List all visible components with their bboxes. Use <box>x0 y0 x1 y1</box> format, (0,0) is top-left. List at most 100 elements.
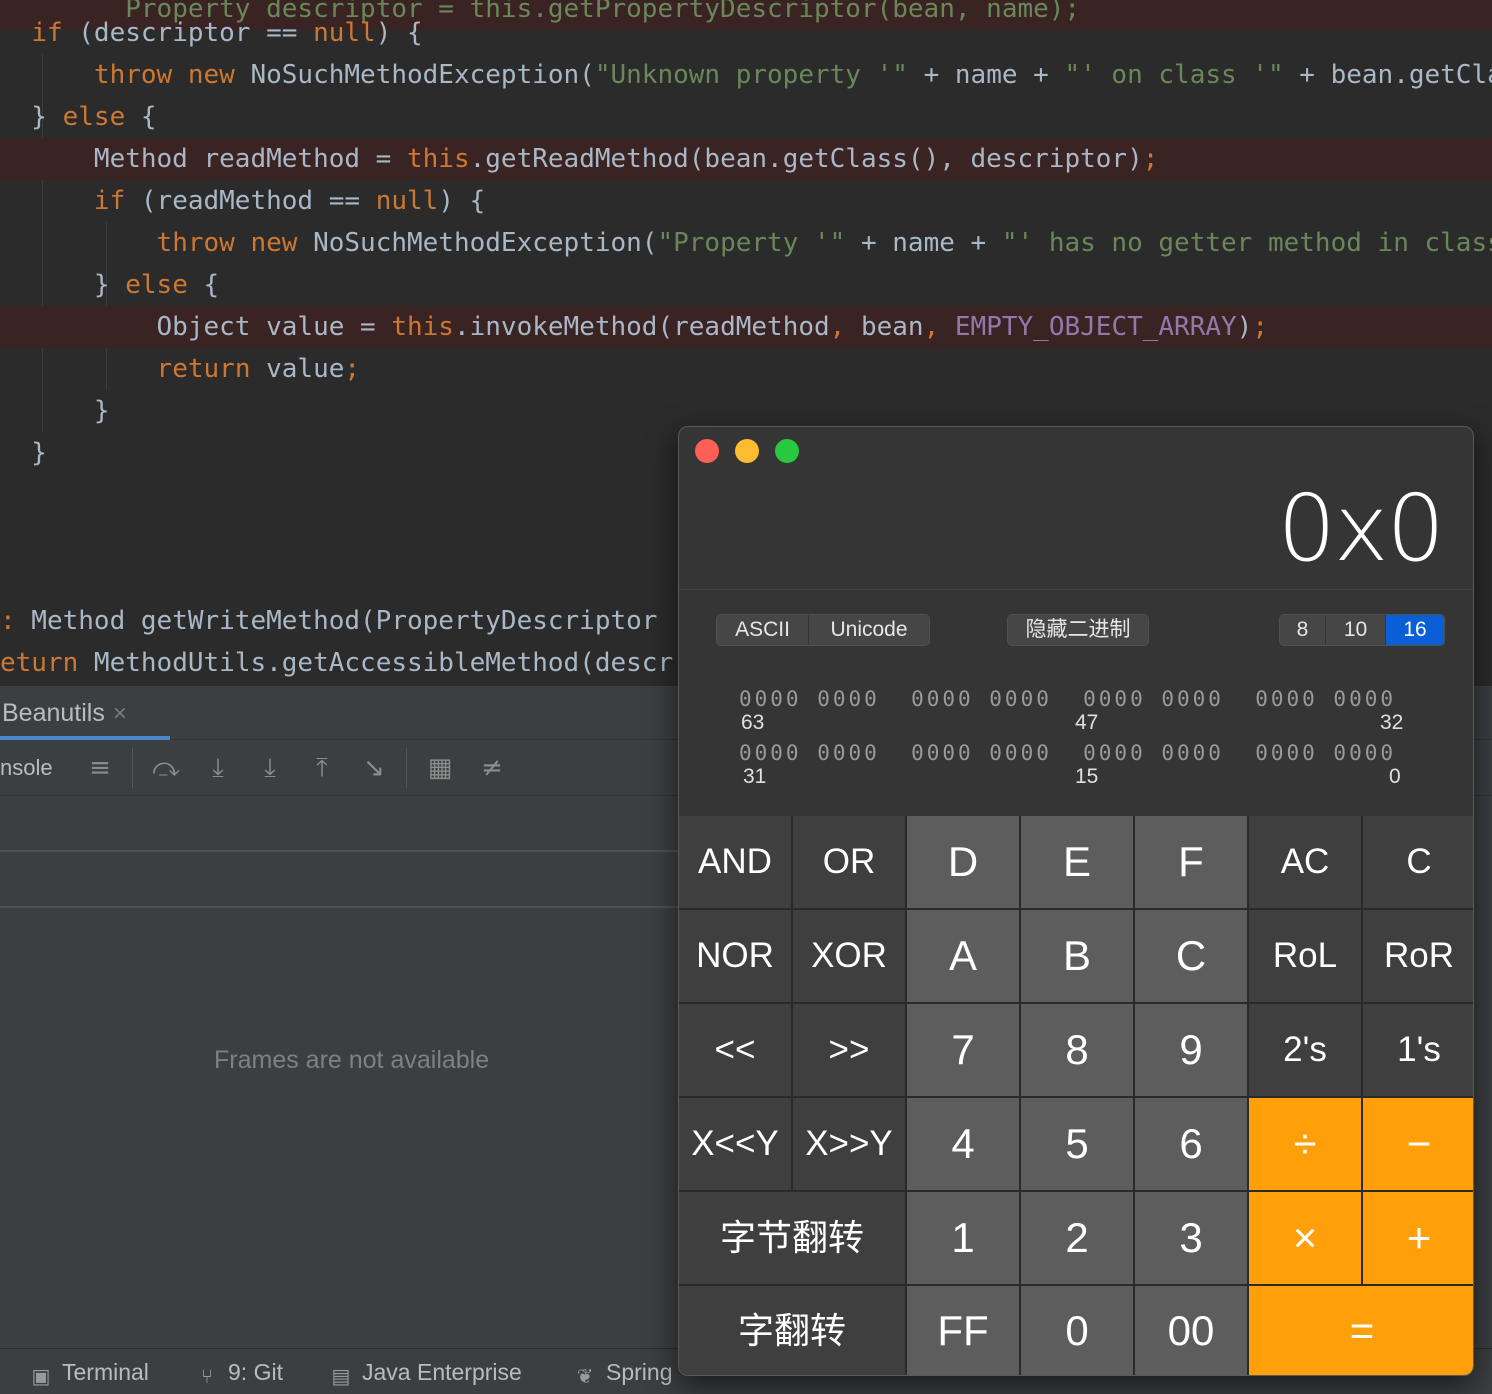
shift-right-y-key[interactable]: X>>Y <box>793 1098 905 1190</box>
toolbar-divider <box>132 748 133 788</box>
run-to-cursor-icon[interactable]: ↘ <box>356 750 392 786</box>
bit-index-label: 63 <box>741 711 765 734</box>
step-over-icon[interactable]: ⤼ <box>148 750 184 786</box>
frames-empty-message: Frames are not available <box>214 1046 490 1074</box>
shift-right-key[interactable]: >> <box>793 1004 905 1096</box>
nor-key[interactable]: NOR <box>679 910 791 1002</box>
debug-session-tab[interactable]: Beanutils × <box>0 686 170 740</box>
calculator-keypad: AND OR D E F AC C NOR XOR A B C RoL RoR << >> 7 8 9 2's 1's X… <box>679 816 1473 1375</box>
ones-complement-key[interactable]: 1's <box>1363 1004 1473 1096</box>
xor-key[interactable]: XOR <box>793 910 905 1002</box>
digit-7-key[interactable]: 7 <box>907 1004 1019 1096</box>
bit-index-label: 31 <box>743 765 767 788</box>
unicode-button[interactable]: Unicode <box>809 615 929 645</box>
terminal-label: Terminal <box>62 1359 149 1385</box>
force-step-into-icon[interactable]: ⤓ <box>252 750 288 786</box>
debug-session-tab-label: Beanutils <box>2 699 105 727</box>
hide-binary-button[interactable]: 隐藏二进制 <box>1008 615 1148 645</box>
base-16-button[interactable]: 16 <box>1386 615 1444 645</box>
code-line-1[interactable]: if (descriptor == null) { <box>0 12 1492 54</box>
minus-key[interactable]: − <box>1363 1098 1473 1190</box>
or-key[interactable]: OR <box>793 816 905 908</box>
git-tool-button[interactable]: ⑂ 9: Git <box>196 1349 283 1394</box>
double-zero-key[interactable]: 00 <box>1135 1286 1247 1375</box>
ff-key[interactable]: FF <box>907 1286 1019 1375</box>
code-line-9[interactable]: return value; <box>0 348 1492 390</box>
terminal-tool-button[interactable]: ▣ Terminal <box>30 1349 149 1394</box>
binary-bits-row-high[interactable]: 0000 0000 0000 0000 0000 0000 0000 0000 <box>739 687 1439 711</box>
calculator-window: 0x0 ASCII Unicode 隐藏二进制 8 10 16 0000 000… <box>678 426 1474 1376</box>
terminal-icon: ▣ <box>31 1366 51 1388</box>
ascii-button[interactable]: ASCII <box>717 615 809 645</box>
spring-tool-button[interactable]: ❦ Spring <box>574 1349 673 1394</box>
shift-left-key[interactable]: << <box>679 1004 791 1096</box>
rotate-right-key[interactable]: RoR <box>1363 910 1473 1002</box>
byte-flip-key[interactable]: 字节翻转 <box>679 1192 905 1284</box>
rotate-left-key[interactable]: RoL <box>1249 910 1361 1002</box>
base-8-button[interactable]: 8 <box>1280 615 1326 645</box>
java-enterprise-label: Java Enterprise <box>362 1359 522 1385</box>
digit-4-key[interactable]: 4 <box>907 1098 1019 1190</box>
hex-e-key[interactable]: E <box>1021 816 1133 908</box>
code-line-3[interactable]: } else { <box>0 96 1492 138</box>
bit-index-label: 47 <box>1075 711 1099 734</box>
window-close-button[interactable] <box>695 439 719 463</box>
display-divider <box>679 589 1473 590</box>
digit-3-key[interactable]: 3 <box>1135 1192 1247 1284</box>
threads-selector[interactable] <box>0 798 680 852</box>
digit-5-key[interactable]: 5 <box>1021 1098 1133 1190</box>
encoding-segmented-control: ASCII Unicode <box>716 614 930 646</box>
spring-label: Spring <box>606 1359 673 1385</box>
bit-index-label: 32 <box>1380 711 1404 734</box>
menu-icon[interactable]: ≡ <box>82 750 118 786</box>
digit-9-key[interactable]: 9 <box>1135 1004 1247 1096</box>
frames-filter-row[interactable] <box>0 854 680 908</box>
git-branch-icon: ⑂ <box>201 1366 213 1388</box>
digit-0-key[interactable]: 0 <box>1021 1286 1133 1375</box>
plus-key[interactable]: + <box>1363 1192 1473 1284</box>
toolbar-divider <box>406 748 407 788</box>
hex-c-key[interactable]: C <box>1135 910 1247 1002</box>
evaluate-expression-icon[interactable]: ▦ <box>422 750 458 786</box>
code-line-8[interactable]: Object value = this.invokeMethod(readMet… <box>0 306 1492 348</box>
binary-bits-row-low[interactable]: 0000 0000 0000 0000 0000 0000 0000 0000 <box>739 741 1439 765</box>
git-label: 9: Git <box>228 1359 283 1385</box>
base-segmented-control: 8 10 16 <box>1279 614 1445 646</box>
code-line-6[interactable]: throw new NoSuchMethodException("Propert… <box>0 222 1492 264</box>
twos-complement-key[interactable]: 2's <box>1249 1004 1361 1096</box>
code-line-2[interactable]: throw new NoSuchMethodException("Unknown… <box>0 54 1492 96</box>
shift-left-y-key[interactable]: X<<Y <box>679 1098 791 1190</box>
step-out-icon[interactable]: ⤒ <box>304 750 340 786</box>
equals-key[interactable]: = <box>1249 1286 1473 1375</box>
multiply-key[interactable]: × <box>1249 1192 1361 1284</box>
step-into-icon[interactable]: ⤓ <box>200 750 236 786</box>
java-enterprise-tool-button[interactable]: ▤ Java Enterprise <box>330 1349 522 1394</box>
divide-key[interactable]: ÷ <box>1249 1098 1361 1190</box>
hex-b-key[interactable]: B <box>1021 910 1133 1002</box>
digit-6-key[interactable]: 6 <box>1135 1098 1247 1190</box>
console-tab[interactable]: nsole <box>0 740 53 796</box>
window-zoom-button[interactable] <box>775 439 799 463</box>
trace-icon[interactable]: ≠ <box>474 750 510 786</box>
code-line-4[interactable]: Method readMethod = this.getReadMethod(b… <box>0 138 1492 180</box>
digit-2-key[interactable]: 2 <box>1021 1192 1133 1284</box>
code-line-7[interactable]: } else { <box>0 264 1492 306</box>
hex-d-key[interactable]: D <box>907 816 1019 908</box>
close-icon[interactable]: × <box>113 700 127 727</box>
hide-binary-control: 隐藏二进制 <box>1007 614 1149 646</box>
hex-a-key[interactable]: A <box>907 910 1019 1002</box>
digit-8-key[interactable]: 8 <box>1021 1004 1133 1096</box>
word-flip-key[interactable]: 字翻转 <box>679 1286 905 1375</box>
bit-index-label: 15 <box>1075 765 1099 788</box>
hex-c-key[interactable]: C <box>1363 816 1473 908</box>
hex-f-key[interactable]: F <box>1135 816 1247 908</box>
code-line-5[interactable]: if (readMethod == null) { <box>0 180 1492 222</box>
and-key[interactable]: AND <box>679 816 791 908</box>
all-clear-key[interactable]: AC <box>1249 816 1361 908</box>
spring-leaf-icon: ❦ <box>576 1366 594 1388</box>
calculator-display: 0x0 <box>1277 475 1445 582</box>
digit-1-key[interactable]: 1 <box>907 1192 1019 1284</box>
window-minimize-button[interactable] <box>735 439 759 463</box>
base-10-button[interactable]: 10 <box>1326 615 1386 645</box>
java-enterprise-icon: ▤ <box>331 1366 351 1388</box>
